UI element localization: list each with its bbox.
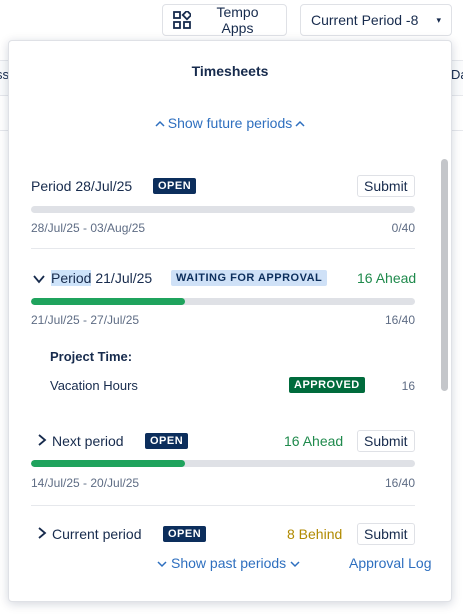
- hours-logged: 16/40: [384, 313, 415, 327]
- period-label[interactable]: Period 21/Jul/25: [51, 270, 152, 286]
- panel-title: Timesheets: [191, 63, 269, 79]
- status-badge: OPEN: [153, 178, 197, 194]
- divider: [31, 248, 415, 249]
- period-select-label: Current Period -8: [311, 12, 419, 28]
- period-label[interactable]: Period 28/Jul/25: [31, 178, 132, 194]
- tempo-apps-button[interactable]: Tempo Apps: [162, 4, 287, 36]
- chevron-down-icon[interactable]: [33, 274, 45, 284]
- chevron-up-icon: [155, 121, 165, 127]
- submit-button[interactable]: Submit: [357, 430, 415, 452]
- hours-logged: 16/40: [384, 476, 415, 490]
- submit-button[interactable]: Submit: [357, 175, 415, 197]
- date-range: 14/Jul/25 - 20/Jul/25: [31, 476, 140, 490]
- show-past-periods-label: Show past periods: [171, 555, 287, 571]
- status-badge: WAITING FOR APPROVAL: [171, 270, 328, 286]
- period-label[interactable]: Current period: [52, 526, 142, 542]
- time-status: 16 Ahead: [284, 433, 344, 449]
- progress-bar: [31, 298, 415, 305]
- project-time-heading: Project Time:: [50, 349, 133, 364]
- panel-scrollbar[interactable]: [441, 159, 448, 391]
- time-status: 8 Behind: [287, 526, 343, 542]
- project-item-hours: 16: [401, 379, 415, 393]
- tempo-apps-label: Tempo Apps: [216, 4, 259, 36]
- chevron-down-icon: ▾: [436, 14, 441, 25]
- status-badge: OPEN: [163, 526, 207, 542]
- chevron-up-icon: [295, 121, 305, 127]
- period-label[interactable]: Next period: [52, 433, 124, 449]
- progress-bar: [31, 460, 415, 467]
- approval-log-link[interactable]: Approval Log: [349, 555, 432, 571]
- status-badge: OPEN: [145, 433, 189, 449]
- period-label-selected: Period: [51, 270, 92, 286]
- progress-bar: [31, 206, 415, 213]
- chevron-down-icon: [157, 561, 167, 568]
- period-select[interactable]: Current Period -8 ▾: [300, 4, 452, 36]
- date-range: 21/Jul/25 - 27/Jul/25: [31, 313, 140, 327]
- progress-bar-fill: [31, 460, 185, 467]
- divider: [31, 505, 415, 506]
- submit-button[interactable]: Submit: [357, 523, 415, 545]
- show-future-periods-label: Show future periods: [167, 115, 293, 131]
- show-future-periods-link[interactable]: Show future periods: [9, 115, 451, 131]
- hours-logged: 0/40: [391, 221, 415, 235]
- chevron-down-icon: [290, 561, 300, 568]
- date-range: 28/Jul/25 - 03/Aug/25: [31, 221, 146, 235]
- time-status: 16 Ahead: [357, 270, 417, 286]
- background-column-fragment: Da: [451, 67, 463, 82]
- show-past-periods-link[interactable]: Show past periods: [157, 555, 300, 571]
- chevron-right-icon[interactable]: [37, 434, 47, 446]
- chevron-right-icon[interactable]: [37, 527, 47, 539]
- grid-apps-icon: [173, 11, 191, 29]
- approved-badge: APPROVED: [289, 377, 365, 393]
- progress-bar-fill: [31, 298, 185, 305]
- project-item-label: Vacation Hours: [50, 378, 138, 393]
- period-label-date: 21/Jul/25: [91, 270, 153, 286]
- timesheets-panel: Timesheets Show future periods Period 28…: [8, 40, 452, 602]
